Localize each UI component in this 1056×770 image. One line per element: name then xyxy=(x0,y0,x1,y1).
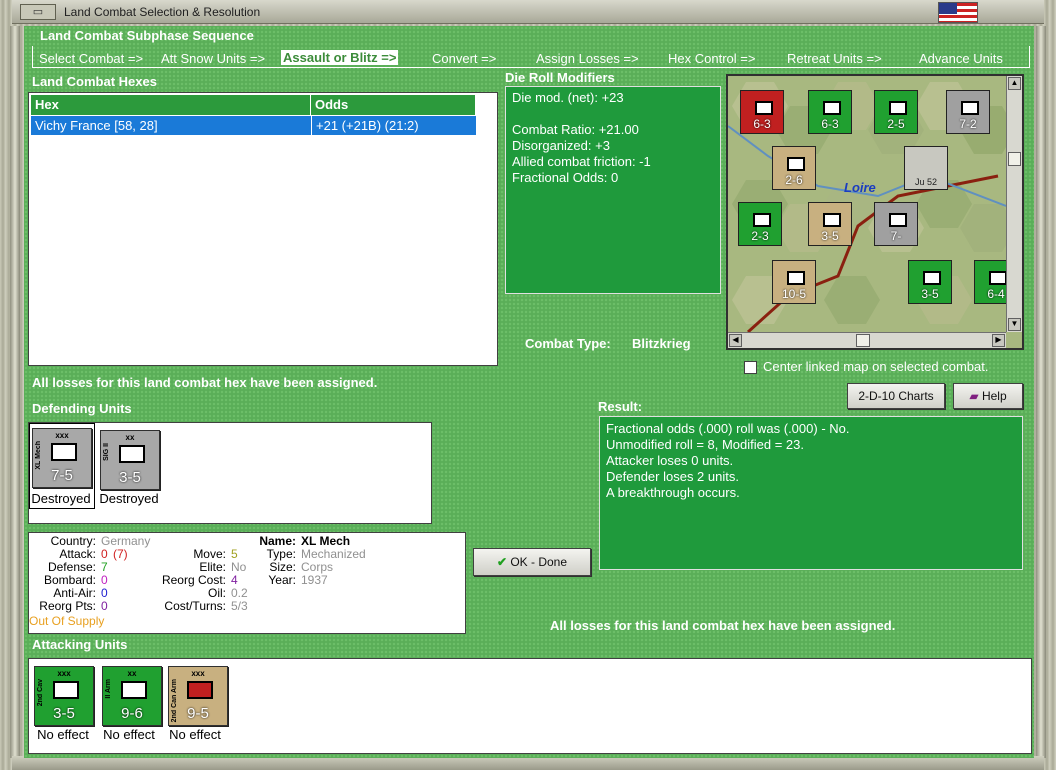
river-label: Loire xyxy=(844,180,876,195)
map-horizontal-scrollbar[interactable]: ◀ ▶ xyxy=(728,332,1006,348)
seq-step-assault-or-blitz[interactable]: Assault or Blitz => xyxy=(281,50,399,65)
map-vertical-scrollbar[interactable]: ▲ ▼ xyxy=(1006,76,1022,332)
seq-step-convert[interactable]: Convert => xyxy=(432,51,496,66)
supply-status: Out Of Supply xyxy=(29,614,105,628)
armor-symbol-icon xyxy=(121,681,147,699)
defending-unit-xl-mech[interactable]: xxx XL Mech 7-5 xyxy=(32,428,92,488)
scroll-up-arrow-icon[interactable]: ▲ xyxy=(1008,77,1021,90)
modifiers-header: Die Roll Modifiers xyxy=(505,70,615,85)
map-counter[interactable]: 3-5 xyxy=(808,202,852,246)
unit-status: No effect xyxy=(37,727,89,742)
linked-map[interactable]: Loire 6-3 6-3 2-5 7-2 2-6 Ju 52 2-3 3-5 … xyxy=(726,74,1024,350)
mech-infantry-symbol-icon xyxy=(51,443,77,461)
charts-button[interactable]: 2-D-10 Charts xyxy=(847,383,945,409)
modifier-line: Disorganized: +3 xyxy=(512,138,610,153)
ok-done-label: OK - Done xyxy=(510,555,568,569)
vertical-scroll-thumb[interactable] xyxy=(1008,152,1021,166)
help-label: Help xyxy=(981,389,1007,403)
title-bar: ▭ Land Combat Selection & Resolution xyxy=(12,0,1044,24)
result-panel: Fractional odds (.000) roll was (.000) -… xyxy=(599,416,1023,570)
map-counter[interactable]: 2-5 xyxy=(874,90,918,134)
attacking-unit-ii-arm[interactable]: xx II Arm 9-6 xyxy=(102,666,162,726)
modifier-line xyxy=(512,106,714,122)
modifier-line: Combat Ratio: +21.00 xyxy=(512,122,639,137)
map-counter[interactable]: 6-3 xyxy=(808,90,852,134)
result-line: Defender loses 2 units. xyxy=(606,469,739,484)
left-frame-pole xyxy=(10,26,20,758)
scroll-right-arrow-icon[interactable]: ▶ xyxy=(992,334,1005,347)
map-counter[interactable]: 2-3 xyxy=(738,202,782,246)
reorgpts-value: 0 xyxy=(101,599,108,613)
modifier-line: Allied combat friction: -1 xyxy=(512,154,651,169)
seq-step-select-combat[interactable]: Select Combat => xyxy=(39,51,143,66)
year-value: 1937 xyxy=(301,573,328,587)
result-header: Result: xyxy=(598,399,643,414)
seq-step-att-snow-units[interactable]: Att Snow Units => xyxy=(161,51,265,66)
seq-step-advance-units[interactable]: Advance Units xyxy=(919,51,1003,66)
cost-value: 5/3 xyxy=(231,599,248,613)
defending-units-header: Defending Units xyxy=(32,401,132,416)
map-counter[interactable]: 6-3 xyxy=(740,90,784,134)
defending-unit-sig-ii[interactable]: xx SIG II 3-5 xyxy=(100,430,160,490)
combat-hexes-header: Land Combat Hexes xyxy=(32,74,157,89)
seq-step-assign-losses[interactable]: Assign Losses => xyxy=(536,51,639,66)
modifier-line: Fractional Odds: 0 xyxy=(512,170,619,185)
attacking-unit-2nd-can-arm[interactable]: xxx 2nd Can Arm 9-5 xyxy=(168,666,228,726)
armor-symbol-icon xyxy=(187,681,213,699)
book-icon: ▰ xyxy=(969,389,979,403)
unit-status: No effect xyxy=(169,727,221,742)
column-header-hex[interactable]: Hex xyxy=(31,95,311,115)
help-button[interactable]: ▰ Help xyxy=(953,383,1023,409)
attacking-unit-2nd-cav[interactable]: xxx 2nd Cav 3-5 xyxy=(34,666,94,726)
map-counter[interactable]: 10-5 xyxy=(772,260,816,304)
seq-step-hex-control[interactable]: Hex Control => xyxy=(668,51,755,66)
ok-done-button[interactable]: ✔ OK - Done xyxy=(473,548,591,576)
column-header-odds[interactable]: Odds xyxy=(311,95,476,115)
attacking-units-header: Attacking Units xyxy=(32,637,128,652)
combat-type-label: Combat Type: xyxy=(525,336,611,351)
map-counter[interactable]: 2-6 xyxy=(772,146,816,190)
armor-symbol-icon xyxy=(119,445,145,463)
unit-status: No effect xyxy=(103,727,155,742)
horizontal-scroll-thumb[interactable] xyxy=(856,334,870,347)
attack-extra-value: (7) xyxy=(113,547,128,561)
result-line: Fractional odds (.000) roll was (.000) -… xyxy=(606,421,850,436)
map-counter[interactable]: Ju 52 xyxy=(904,146,948,190)
right-frame-pole xyxy=(1036,26,1046,758)
map-counter[interactable]: 3-5 xyxy=(908,260,952,304)
checkmark-icon: ✔ xyxy=(496,555,507,569)
losses-message-top: All losses for this land combat hex have… xyxy=(32,375,378,390)
losses-message-bottom: All losses for this land combat hex have… xyxy=(550,618,896,633)
combat-type-value: Blitzkrieg xyxy=(632,336,691,351)
modifier-line: Die mod. (net): +23 xyxy=(512,90,624,105)
modifiers-panel: Die mod. (net): +23 Combat Ratio: +21.00… xyxy=(505,86,721,294)
scroll-left-arrow-icon[interactable]: ◀ xyxy=(729,334,742,347)
result-line: A breakthrough occurs. xyxy=(606,485,740,500)
table-cell-hex[interactable]: Vichy France [58, 28] xyxy=(31,116,311,135)
center-map-label: Center linked map on selected combat. xyxy=(763,359,989,374)
result-line: Unmodified roll = 8, Modified = 23. xyxy=(606,437,804,452)
scroll-down-arrow-icon[interactable]: ▼ xyxy=(1008,318,1021,331)
table-cell-odds[interactable]: +21 (+21B) (21:2) xyxy=(311,116,476,135)
unit-status: Destroyed xyxy=(99,491,159,506)
cavalry-symbol-icon xyxy=(53,681,79,699)
combat-hexes-table: Hex Odds Vichy France [58, 28] +21 (+21B… xyxy=(28,92,498,366)
seq-step-retreat-units[interactable]: Retreat Units => xyxy=(787,51,882,66)
window-title: Land Combat Selection & Resolution xyxy=(64,5,261,19)
unit-status: Destroyed xyxy=(31,491,91,506)
map-counter[interactable]: 7- xyxy=(874,202,918,246)
system-menu-button[interactable]: ▭ xyxy=(20,4,56,20)
usa-flag-icon xyxy=(938,2,978,23)
result-line: Attacker loses 0 units. xyxy=(606,453,734,468)
map-counter[interactable]: 7-2 xyxy=(946,90,990,134)
bottom-frame-bar xyxy=(12,756,1044,770)
sequence-header: Land Combat Subphase Sequence xyxy=(40,28,254,43)
center-map-checkbox[interactable] xyxy=(744,361,757,374)
